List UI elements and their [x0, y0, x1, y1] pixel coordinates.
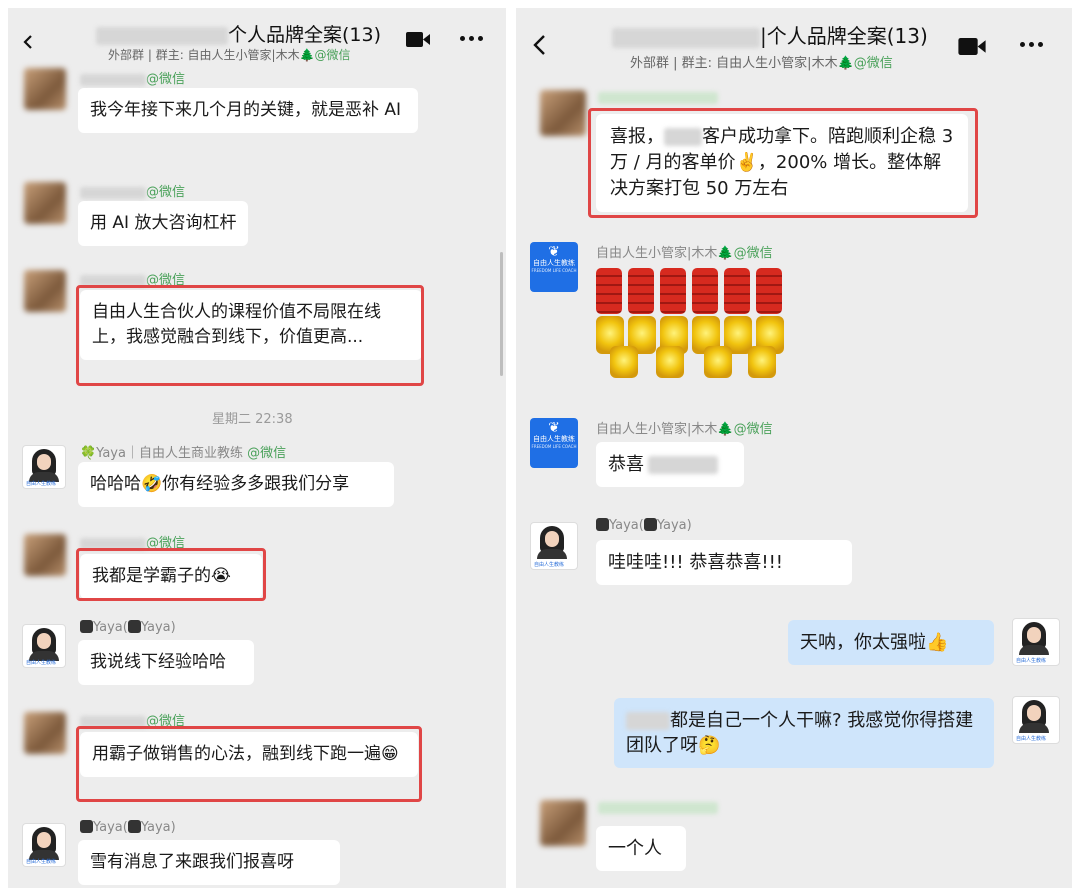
- right-chat-screenshot: |个人品牌全案(13) 外部群 | 群主: 自由人生小管家|木木🌲@微信 喜报，…: [516, 8, 1072, 888]
- highlight-box: [76, 285, 424, 386]
- message-bubble[interactable]: 雪有消息了来跟我们报喜呀: [78, 840, 340, 885]
- sender-name: @微信: [80, 68, 185, 87]
- more-icon[interactable]: [460, 36, 484, 42]
- back-arrow-icon[interactable]: [22, 34, 34, 50]
- group-type-label: 外部群: [630, 56, 670, 71]
- chat-header: |个人品牌全案(13) 外部群 | 群主: 自由人生小管家|木木🌲@微信: [516, 8, 1072, 71]
- back-arrow-icon[interactable]: [532, 34, 546, 56]
- avatar-yaya[interactable]: 自由人生教练: [22, 624, 66, 668]
- avatar[interactable]: [24, 712, 66, 754]
- wechat-tag: @微信: [314, 48, 351, 62]
- message-bubble[interactable]: 我说线下经验哈哈: [78, 640, 254, 685]
- message-bubble[interactable]: 一个人: [596, 826, 686, 871]
- avatar[interactable]: [24, 68, 66, 110]
- avatar-yaya[interactable]: 自由人生教练: [22, 445, 66, 489]
- message-timestamp: 星期二 22:38: [212, 412, 293, 427]
- message-bubble[interactable]: 哇哇哇!!! 恭喜恭喜!!!: [596, 540, 852, 585]
- sender-name: Yaya(Yaya): [80, 820, 176, 835]
- my-message-bubble[interactable]: 天呐，你太强啦👍: [788, 620, 994, 665]
- video-call-icon[interactable]: [406, 32, 430, 47]
- sender-name: Yaya(Yaya): [596, 518, 692, 533]
- message-bubble[interactable]: 恭喜: [596, 442, 744, 487]
- sender-name: 自由人生小管家|木木🌲@微信: [596, 422, 773, 437]
- scrollbar[interactable]: [500, 252, 503, 376]
- group-type-label: 外部群: [108, 48, 145, 62]
- sender-name: 自由人生小管家|木木🌲@微信: [596, 246, 773, 261]
- group-owner: 群主: 自由人生小管家|木木🌲: [681, 56, 854, 71]
- chat-subtitle: 外部群 | 群主: 自由人生小管家|木木🌲@微信: [108, 48, 351, 62]
- chat-subtitle: 外部群 | 群主: 自由人生小管家|木木🌲@微信: [630, 56, 893, 71]
- chat-header: 个人品牌全案(13) 外部群 | 群主: 自由人生小管家|木木🌲@微信: [8, 8, 506, 70]
- left-chat-screenshot: 个人品牌全案(13) 外部群 | 群主: 自由人生小管家|木木🌲@微信 @微信 …: [8, 8, 506, 888]
- avatar[interactable]: [24, 270, 66, 312]
- group-owner: 群主: 自由人生小管家|木木🌲: [155, 48, 315, 62]
- avatar-yaya[interactable]: 自由人生教练: [22, 823, 66, 867]
- avatar-logo[interactable]: ❦ 自由人生教练 FREEDOM LIFE COACH: [530, 242, 578, 292]
- sender-name: @微信: [80, 181, 185, 200]
- message-bubble[interactable]: 用 AI 放大咨询杠杆: [78, 201, 249, 246]
- my-avatar[interactable]: 自由人生教练: [1012, 618, 1060, 666]
- chat-title-text: 个人品牌全案(13): [228, 24, 382, 46]
- my-avatar[interactable]: 自由人生教练: [1012, 696, 1060, 744]
- sender-name: 🍀Yaya｜自由人生商业教练 @微信: [80, 446, 287, 461]
- chat-title-text: |个人品牌全案(13): [760, 24, 928, 48]
- chat-title: |个人品牌全案(13): [612, 20, 928, 49]
- avatar[interactable]: [540, 800, 586, 846]
- firecracker-sticker[interactable]: [596, 266, 792, 386]
- sender-name: [598, 90, 718, 105]
- avatar-logo[interactable]: ❦ 自由人生教练 FREEDOM LIFE COACH: [530, 418, 578, 468]
- chat-title: 个人品牌全案(13): [96, 20, 381, 47]
- highlight-box: [588, 108, 978, 218]
- more-icon[interactable]: [1020, 42, 1044, 48]
- video-call-icon[interactable]: [958, 38, 986, 55]
- avatar[interactable]: [24, 182, 66, 224]
- message-bubble[interactable]: 哈哈哈🤣你有经验多多跟我们分享: [78, 462, 394, 507]
- message-bubble[interactable]: 我今年接下来几个月的关键，就是恶补 AI: [78, 88, 418, 133]
- my-message-bubble[interactable]: 都是自己一个人干嘛? 我感觉你得搭建团队了呀🤔: [614, 698, 994, 768]
- avatar-yaya[interactable]: 自由人生教练: [530, 522, 578, 570]
- highlight-box: [76, 548, 266, 601]
- sender-name: [598, 800, 718, 815]
- avatar[interactable]: [540, 90, 586, 136]
- sender-name: Yaya(Yaya): [80, 620, 176, 635]
- avatar[interactable]: [24, 534, 66, 576]
- wechat-tag: @微信: [853, 56, 893, 71]
- highlight-box: [76, 726, 422, 802]
